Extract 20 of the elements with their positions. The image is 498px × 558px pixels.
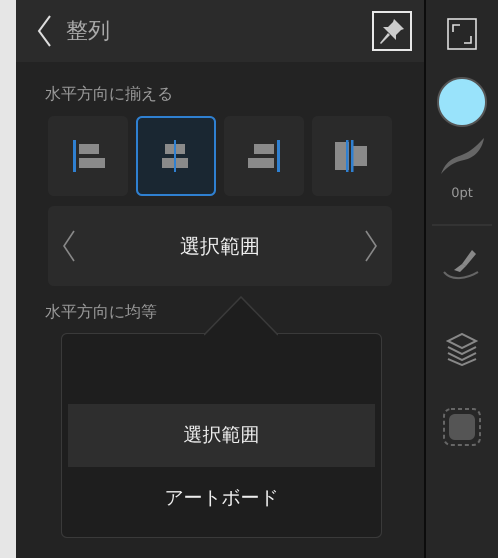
fill-color-swatch[interactable] (436, 76, 488, 128)
target-selector[interactable]: 選択範囲 (48, 206, 392, 286)
next-icon[interactable] (364, 229, 378, 263)
layers-icon[interactable] (446, 332, 478, 366)
expand-icon[interactable] (447, 18, 477, 50)
selection-icon[interactable] (443, 408, 481, 446)
menu-item[interactable]: アートボード (68, 467, 375, 530)
align-right-button[interactable] (224, 116, 304, 196)
menu-item[interactable]: 選択範囲 (68, 404, 375, 467)
previous-icon[interactable] (62, 229, 76, 263)
stroke-width-label: 0pt (451, 185, 473, 203)
pin-icon (377, 16, 407, 46)
section-label: 水平方向に揃える (45, 83, 173, 105)
align-left-button[interactable] (48, 116, 128, 196)
panel-title: 整列 (66, 18, 110, 46)
align-center-button[interactable] (136, 116, 216, 196)
section-label: 水平方向に均等 (45, 301, 157, 323)
target-value: 選択範囲 (180, 233, 260, 260)
align-distribute-button[interactable] (312, 116, 392, 196)
pin-button[interactable] (372, 11, 412, 51)
